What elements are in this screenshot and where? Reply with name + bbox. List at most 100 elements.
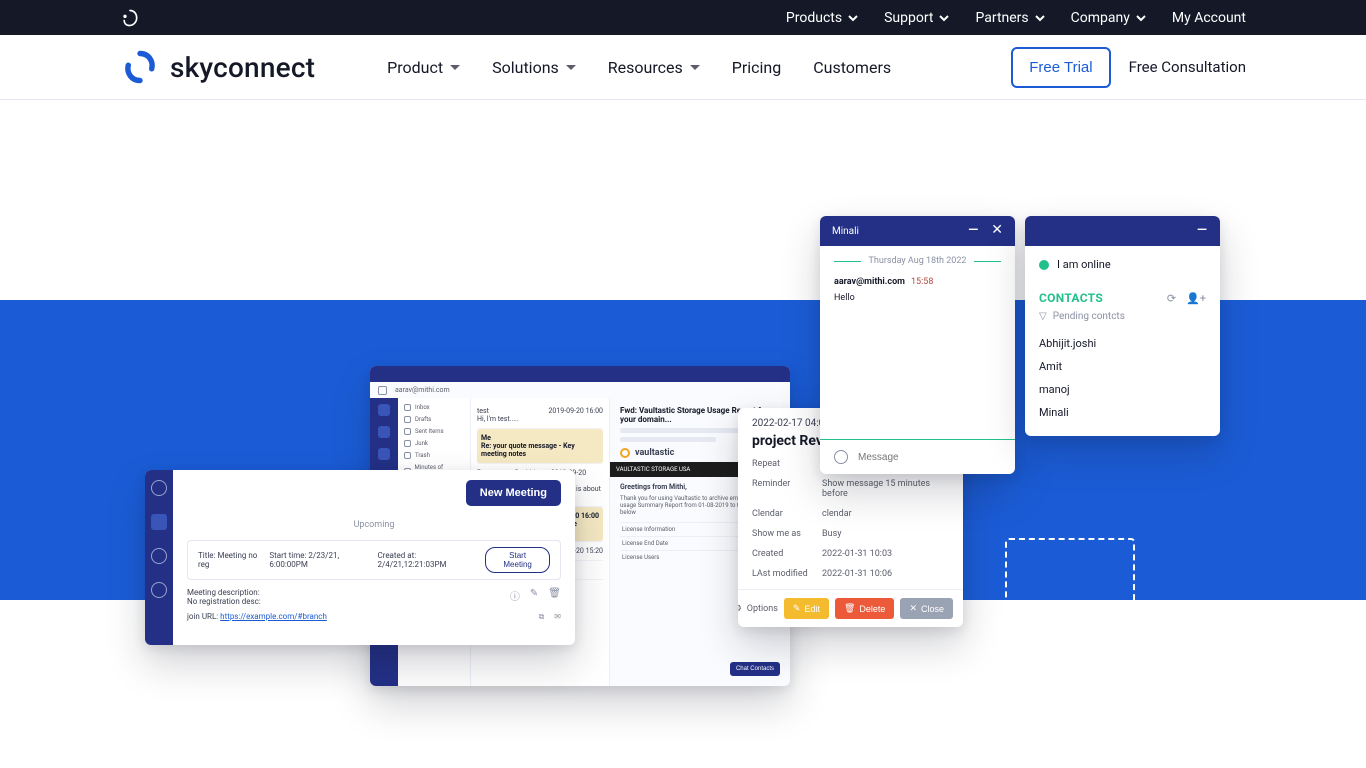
- utility-links: Products Support Partners Company My Acc…: [786, 10, 1246, 26]
- hero: aarav@mithi.com Inbox Drafts Sent Items …: [0, 100, 1366, 768]
- emoji-icon[interactable]: [834, 450, 848, 464]
- contact-item[interactable]: manoj: [1039, 378, 1206, 401]
- swirl-logo-icon: [120, 8, 140, 28]
- join-label: join URL:: [187, 612, 218, 621]
- gear-icon: ⚙: [738, 604, 742, 614]
- free-trial-button[interactable]: Free Trial: [1011, 47, 1110, 88]
- nav-partners[interactable]: Partners: [975, 10, 1044, 26]
- chevron-down-icon: [939, 13, 949, 23]
- main-menu: Product Solutions Resources Pricing Cust…: [387, 58, 891, 77]
- add-contact-icon[interactable]: 👤+: [1186, 292, 1206, 305]
- utility-bar: Products Support Partners Company My Acc…: [0, 0, 1366, 35]
- minimize-icon[interactable]: –: [1196, 222, 1208, 240]
- free-consultation-link[interactable]: Free Consultation: [1129, 58, 1246, 76]
- message-item[interactable]: test2019-09-20 16:00Hi, I'm test.....: [477, 402, 603, 429]
- rail-contacts-icon[interactable]: [378, 448, 390, 460]
- main-nav: skyconnect Product Solutions Resources P…: [0, 35, 1366, 100]
- start-meeting-button[interactable]: Start Meeting: [485, 547, 550, 573]
- event-footer: ⚙ Options ✎Edit 🗑Delete ✕Close: [738, 589, 963, 627]
- message-item[interactable]: MeRe: your quote message - Key meeting n…: [477, 429, 603, 464]
- folder-icon: [404, 404, 411, 411]
- menu-product[interactable]: Product: [387, 58, 460, 77]
- trash-icon[interactable]: 🗑: [548, 588, 561, 603]
- email-account: aarav@mithi.com: [395, 386, 450, 394]
- edit-button[interactable]: ✎Edit: [784, 598, 829, 619]
- rail-power-icon[interactable]: [151, 582, 167, 598]
- chat-title: Minali: [832, 226, 859, 237]
- vault-ring-icon: [620, 448, 630, 458]
- folder-junk[interactable]: Junk: [404, 440, 464, 447]
- folder-drafts[interactable]: Drafts: [404, 416, 464, 423]
- folder-icon: [404, 416, 411, 423]
- refresh-icon[interactable]: ⟳: [1167, 292, 1176, 305]
- nav-products[interactable]: Products: [786, 10, 858, 26]
- presence-status[interactable]: I am online: [1039, 258, 1206, 271]
- brand-name: skyconnect: [170, 51, 315, 84]
- edit-icon[interactable]: ✎: [530, 588, 538, 603]
- contacts-titlebar: –: [1025, 216, 1220, 246]
- menu-pricing[interactable]: Pricing: [732, 58, 782, 77]
- chevron-down-icon: [1035, 13, 1045, 23]
- nav-my-account[interactable]: My Account: [1172, 10, 1246, 26]
- nav-company[interactable]: Company: [1071, 10, 1146, 26]
- rail-home-icon[interactable]: [151, 480, 167, 496]
- rail-mail-icon[interactable]: [378, 404, 390, 416]
- caret-down-icon: [566, 65, 576, 70]
- chat-contacts-button[interactable]: Chat Contacts: [730, 662, 780, 676]
- caret-down-icon: [450, 65, 460, 70]
- contacts-list: Abhijit.joshi Amit manoj Minali: [1039, 332, 1206, 424]
- pencil-icon: ✎: [793, 603, 801, 614]
- trash-icon: 🗑: [844, 603, 855, 614]
- close-button[interactable]: ✕Close: [900, 598, 953, 619]
- pending-contacts[interactable]: ▽ Pending contcts: [1039, 311, 1206, 322]
- join-url-link[interactable]: https://example.com/#branch: [220, 612, 327, 621]
- x-icon: ✕: [909, 603, 917, 614]
- close-icon[interactable]: ✕: [991, 222, 1003, 240]
- folder-icon: [404, 440, 411, 447]
- new-meeting-button[interactable]: New Meeting: [466, 480, 561, 506]
- caret-down-icon: [690, 65, 700, 70]
- info-icon[interactable]: ⓘ: [510, 588, 520, 603]
- chat-input-row: [820, 439, 1015, 474]
- avatar-icon: [378, 386, 387, 395]
- meeting-desc-value: No registration desc:: [187, 597, 261, 606]
- rail-settings-icon[interactable]: [151, 548, 167, 564]
- copy-icon[interactable]: ⧉: [539, 612, 545, 622]
- placeholder-line: [620, 437, 716, 442]
- upcoming-label: Upcoming: [187, 520, 561, 530]
- mail-icon[interactable]: ✉: [554, 612, 561, 622]
- chevron-down-icon: [848, 13, 858, 23]
- contact-item[interactable]: Abhijit.joshi: [1039, 332, 1206, 355]
- folder-sent[interactable]: Sent Items: [404, 428, 464, 435]
- online-dot-icon: [1039, 260, 1049, 270]
- folder-icon: [404, 428, 411, 435]
- menu-resources[interactable]: Resources: [608, 58, 700, 77]
- folder-trash[interactable]: Trash: [404, 452, 464, 459]
- event-details: Repeat ReminderShow message 15 minutes b…: [752, 459, 949, 579]
- brand[interactable]: skyconnect: [120, 49, 315, 85]
- contact-item[interactable]: Minali: [1039, 401, 1206, 424]
- delete-button[interactable]: 🗑Delete: [835, 598, 894, 619]
- email-titlebar: [370, 366, 790, 382]
- menu-customers[interactable]: Customers: [813, 58, 891, 77]
- minimize-icon[interactable]: –: [967, 222, 979, 240]
- chat-date-divider: Thursday Aug 18th 2022: [834, 256, 1001, 266]
- chat-window: Minali – ✕ Thursday Aug 18th 2022 aarav@…: [820, 216, 1015, 474]
- rail-meetings-icon[interactable]: [151, 514, 167, 530]
- contact-item[interactable]: Amit: [1039, 355, 1206, 378]
- chevron-down-icon: [1136, 13, 1146, 23]
- contacts-heading: CONTACTS: [1039, 291, 1103, 305]
- rail-calendar-icon[interactable]: [378, 426, 390, 438]
- chat-input[interactable]: [858, 452, 1001, 463]
- folder-icon: [404, 452, 411, 459]
- chat-message: aarav@mithi.com15:58 Hello: [834, 276, 1001, 303]
- meeting-window: New Meeting Upcoming Title: Meeting no r…: [145, 470, 575, 645]
- meeting-row[interactable]: Title: Meeting no reg Start time: 2/23/2…: [187, 540, 561, 580]
- folder-inbox[interactable]: Inbox: [404, 404, 464, 411]
- company-mark: [120, 8, 140, 28]
- event-options[interactable]: ⚙ Options: [738, 604, 778, 614]
- nav-support[interactable]: Support: [884, 10, 949, 26]
- chat-titlebar: Minali – ✕: [820, 216, 1015, 246]
- menu-solutions[interactable]: Solutions: [492, 58, 576, 77]
- cta-group: Free Trial Free Consultation: [1011, 47, 1246, 88]
